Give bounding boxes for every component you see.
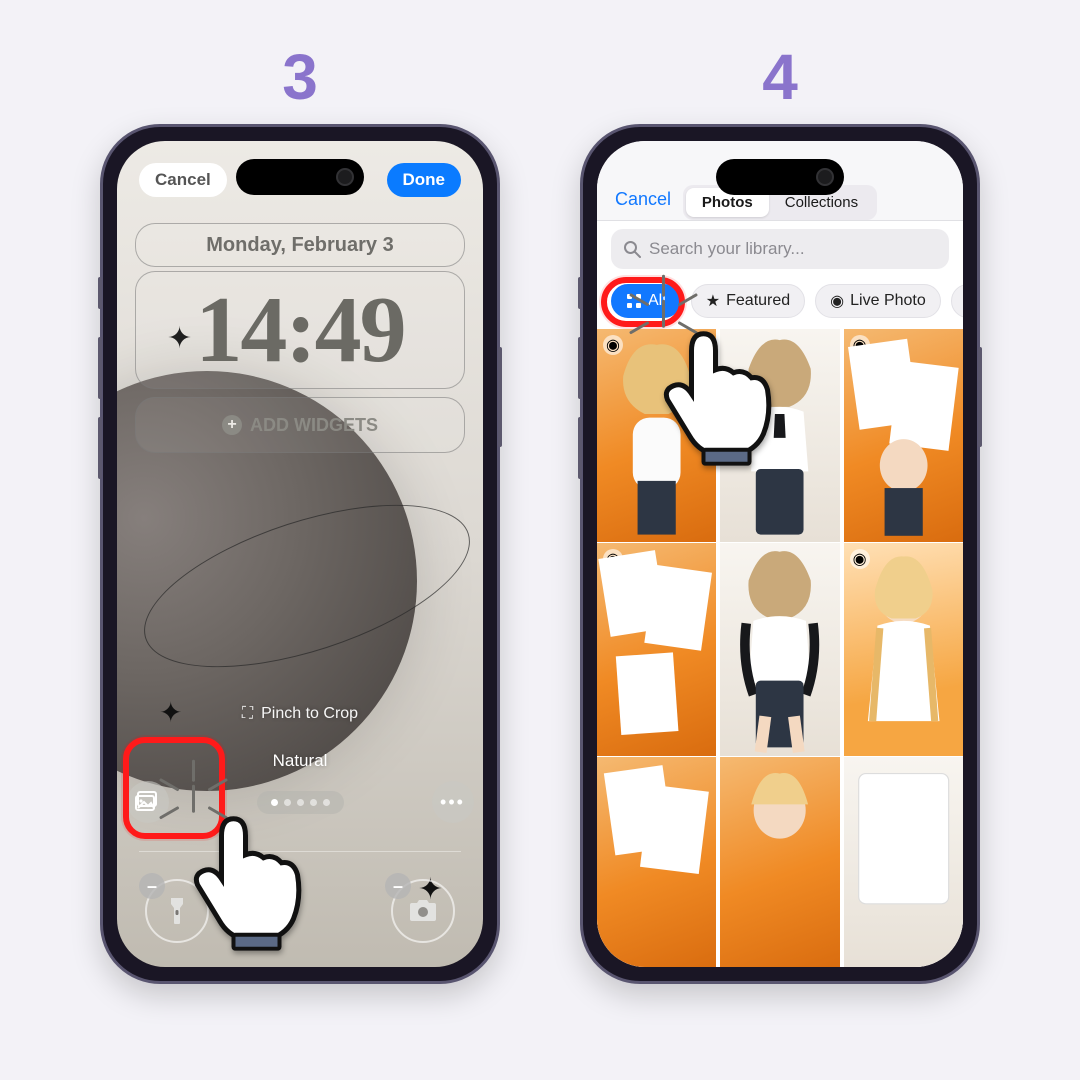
time-widget[interactable]: 14:49 (135, 271, 465, 389)
style-name: Natural (273, 751, 328, 771)
ellipsis-icon: ••• (440, 792, 465, 813)
step-3: 3 ✦ ✦ ✦ Cancel Done Monday, February 3 1… (100, 40, 500, 984)
tap-cursor (176, 781, 326, 956)
dynamic-island (716, 159, 844, 195)
done-button[interactable]: Done (387, 163, 462, 197)
livephoto-icon: ◉ (830, 291, 844, 311)
remove-icon[interactable]: – (385, 873, 411, 899)
photo-thumbnail[interactable] (597, 757, 716, 967)
search-placeholder: Search your library... (649, 239, 805, 259)
remove-icon[interactable]: – (139, 873, 165, 899)
date-widget[interactable]: Monday, February 3 (135, 223, 465, 267)
photo-thumbnail[interactable]: ◉ (844, 329, 963, 542)
tap-cursor (646, 296, 796, 471)
step-4: 4 Cancel Photos Collections Search your … (580, 40, 980, 984)
search-input[interactable]: Search your library... (611, 229, 949, 269)
cancel-button[interactable]: Cancel (139, 163, 227, 197)
photo-thumbnail[interactable] (720, 543, 839, 756)
step-number: 3 (282, 40, 318, 114)
step-number: 4 (762, 40, 798, 114)
phone-frame: ✦ ✦ ✦ Cancel Done Monday, February 3 14:… (100, 124, 500, 984)
photo-thumbnail[interactable] (844, 757, 963, 967)
photo-thumbnail[interactable] (720, 757, 839, 967)
cancel-button[interactable]: Cancel (615, 189, 671, 210)
camera-quick-action[interactable]: – (391, 879, 455, 943)
photo-thumbnail[interactable]: ◉ (597, 543, 716, 756)
add-widgets-button[interactable]: ADD WIDGETS (135, 397, 465, 453)
more-button[interactable]: ••• (432, 781, 474, 823)
camera-icon (407, 898, 439, 924)
phone-frame: Cancel Photos Collections Search your li… (580, 124, 980, 984)
search-icon (623, 240, 641, 258)
crop-icon: ⛶ (242, 705, 253, 723)
photo-thumbnail[interactable]: ◉ (844, 543, 963, 756)
chip-people[interactable]: 👤 People (951, 284, 963, 318)
pinch-to-crop-hint: ⛶Pinch to Crop (117, 705, 483, 723)
chip-live-photo[interactable]: ◉ Live Photo (815, 284, 941, 318)
dynamic-island (236, 159, 364, 195)
